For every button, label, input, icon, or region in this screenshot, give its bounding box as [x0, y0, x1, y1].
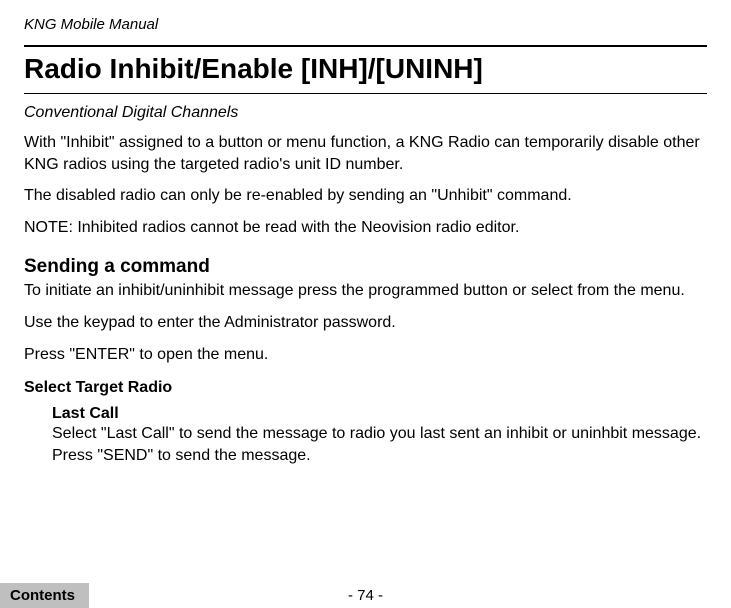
- last-call-block: Last Call Select "Last Call" to send the…: [24, 405, 707, 466]
- intro-paragraph-2: The disabled radio can only be re-enable…: [24, 185, 707, 207]
- last-call-heading: Last Call: [52, 405, 707, 423]
- contents-button[interactable]: Contents: [0, 583, 89, 608]
- sending-command-para-2: Use the keypad to enter the Administrato…: [24, 312, 707, 334]
- page-number: - 74 -: [0, 587, 731, 604]
- page-title: Radio Inhibit/Enable [INH]/[UNINH]: [24, 45, 707, 94]
- manual-header: KNG Mobile Manual: [24, 16, 707, 33]
- sending-command-heading: Sending a command: [24, 256, 707, 278]
- select-target-heading: Select Target Radio: [24, 379, 707, 397]
- channel-subtitle: Conventional Digital Channels: [24, 104, 707, 122]
- intro-note: NOTE: Inhibited radios cannot be read wi…: [24, 217, 707, 239]
- sending-command-para-3: Press "ENTER" to open the menu.: [24, 344, 707, 366]
- last-call-text: Select "Last Call" to send the message t…: [52, 423, 707, 466]
- sending-command-para-1: To initiate an inhibit/uninhibit message…: [24, 280, 707, 302]
- intro-paragraph-1: With "Inhibit" assigned to a button or m…: [24, 132, 707, 175]
